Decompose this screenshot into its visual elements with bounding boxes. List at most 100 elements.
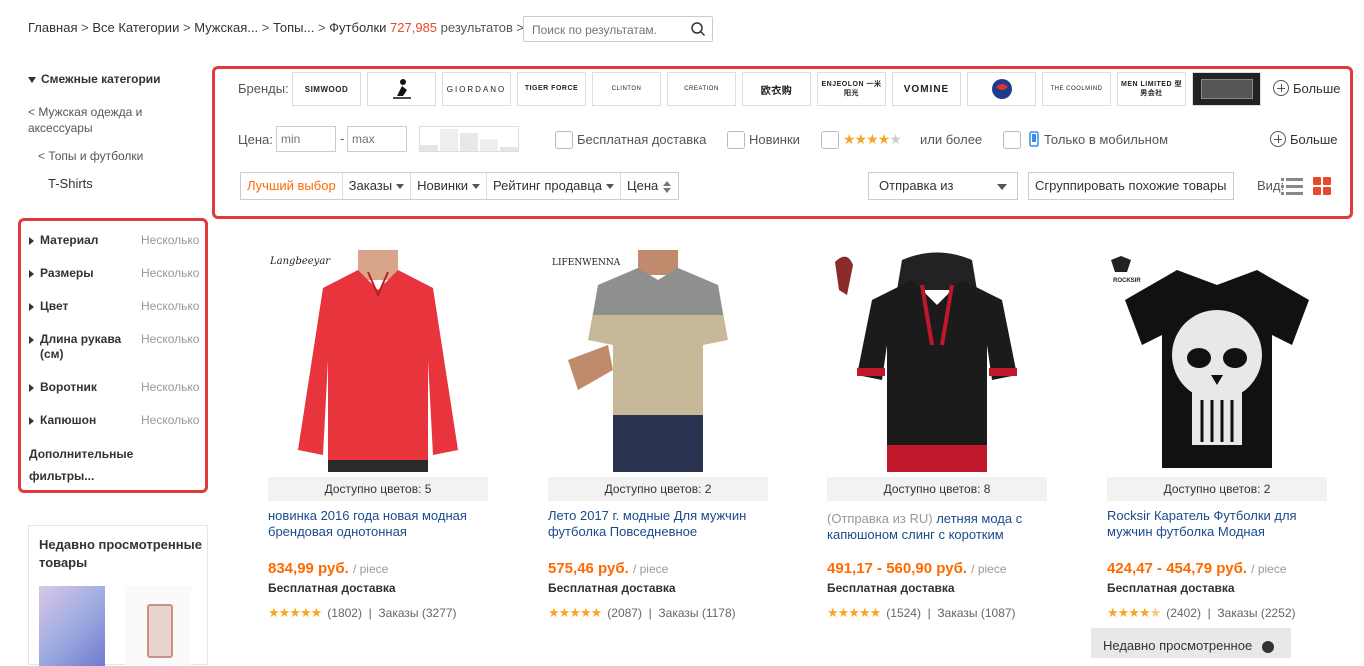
price-histogram[interactable]: [419, 126, 519, 152]
brand-logo[interactable]: [367, 72, 436, 106]
attribute-filters: Материал Несколько Размеры Несколько Цвет Н…: [18, 218, 208, 493]
filter-size[interactable]: Размеры Несколько: [29, 266, 199, 280]
list-view-icon[interactable]: [1281, 176, 1303, 196]
sort-label: Цена: [627, 178, 659, 193]
review-count[interactable]: (1802): [327, 606, 362, 620]
brand-logo[interactable]: 欧衣购: [742, 72, 811, 106]
recent-item-thumbnail[interactable]: [39, 586, 105, 666]
brand-logo[interactable]: CLINTON: [592, 72, 661, 106]
breadcrumb-home[interactable]: Главная: [28, 20, 77, 35]
sort-orders[interactable]: Заказы: [343, 173, 412, 199]
triangle-right-icon: [29, 383, 34, 392]
rating-checkbox[interactable]: [821, 131, 839, 149]
more-filters-link[interactable]: Дополнительные фильтры...: [29, 443, 149, 487]
brand-logo[interactable]: [967, 72, 1036, 106]
product-title[interactable]: Rocksir Каратель Футболки для мужчин фут…: [1107, 508, 1327, 540]
order-count: Заказы (1178): [658, 606, 736, 620]
product-image[interactable]: Langbeeyar: [268, 250, 488, 472]
price-dash: -: [340, 131, 345, 146]
price-label: Цена:: [238, 132, 273, 147]
breadcrumb-tops[interactable]: Топы...: [273, 20, 314, 35]
sort-price[interactable]: Цена: [621, 173, 678, 199]
sort-label: Заказы: [348, 178, 393, 193]
brand-logo[interactable]: GIORDANO: [442, 72, 511, 106]
order-count: Заказы (2252): [1217, 606, 1296, 620]
brand-logo[interactable]: MEN LIMITED 型男会社: [1117, 72, 1186, 106]
hoodie-tshirt-black-image: [835, 252, 1017, 472]
brand-logo[interactable]: CREATION: [667, 72, 736, 106]
new-items-checkbox[interactable]: [727, 131, 745, 149]
brand-logo[interactable]: TIGER FORCE: [517, 72, 586, 106]
sort-label: Новинки: [417, 178, 469, 193]
filter-label: Размеры: [40, 266, 94, 280]
mobile-only-checkbox[interactable]: [1003, 131, 1021, 149]
price-unit: / piece: [1251, 562, 1287, 576]
group-similar-button[interactable]: Сгруппировать похожие товары: [1028, 172, 1234, 200]
free-shipping-label: Бесплатная доставка: [1107, 581, 1235, 595]
recently-viewed-title: Недавно просмотренные товары: [39, 537, 202, 570]
review-count[interactable]: (1524): [886, 606, 921, 620]
filters-more-button[interactable]: Больше: [1270, 131, 1338, 147]
chevron-up-icon: [1261, 640, 1274, 653]
breadcrumb-separator: >: [261, 20, 270, 35]
filter-value: Несколько: [141, 299, 200, 313]
sort-seller-rating[interactable]: Рейтинг продавца: [487, 173, 621, 199]
product-title[interactable]: новинка 2016 года новая модная брендовая…: [268, 508, 488, 540]
filter-hood[interactable]: Капюшон Несколько: [29, 413, 199, 427]
search-icon[interactable]: [690, 21, 706, 37]
filter-color[interactable]: Цвет Несколько: [29, 299, 199, 313]
triangle-right-icon: [29, 335, 34, 344]
review-count[interactable]: (2402): [1166, 606, 1201, 620]
breadcrumb-separator: >: [81, 20, 89, 35]
phone-image: [147, 604, 173, 658]
price-max-input[interactable]: [347, 126, 407, 152]
review-count[interactable]: (2087): [607, 606, 642, 620]
price-value: 491,17 - 560,90 руб.: [827, 560, 967, 577]
histogram-graphic: [420, 129, 518, 151]
brand-logo[interactable]: THE COOLMIND: [1042, 72, 1111, 106]
available-colors: Доступно цветов: 2: [548, 477, 768, 501]
filter-label: Воротник: [40, 380, 97, 394]
recently-viewed-bar-label: Недавно просмотренное: [1103, 638, 1253, 653]
mobile-only-label: Только в мобильном: [1044, 132, 1169, 147]
recently-viewed-bar[interactable]: Недавно просмотренное: [1091, 628, 1291, 658]
filter-material[interactable]: Материал Несколько: [29, 233, 199, 247]
free-shipping-checkbox[interactable]: [555, 131, 573, 149]
tshirt-beige-image: [568, 250, 728, 472]
product-title[interactable]: (Отправка из RU) летняя мода с капюшоном…: [827, 511, 1047, 543]
brand-logo[interactable]: VOMINE: [892, 72, 961, 106]
brands-more-button[interactable]: Больше: [1273, 80, 1341, 96]
price-min-input[interactable]: [276, 126, 336, 152]
brand-logo[interactable]: SIMWOOD: [292, 72, 361, 106]
star-icons: ★★★★★: [1107, 605, 1161, 620]
product-title[interactable]: Лето 2017 г. модные Для мужчин футболка …: [548, 508, 768, 540]
breadcrumb-men[interactable]: Мужская...: [194, 20, 258, 35]
product-price: 575,46 руб. / piece: [548, 560, 668, 577]
result-count: 727,985: [390, 20, 438, 35]
product-price: 424,47 - 454,79 руб. / piece: [1107, 560, 1287, 577]
sort-newest[interactable]: Новинки: [411, 173, 488, 199]
product-image[interactable]: [827, 250, 1047, 472]
grid-view-icon[interactable]: [1312, 176, 1332, 196]
product-image[interactable]: ROCKSIR: [1107, 250, 1327, 472]
product-image[interactable]: LIFENWENNA: [548, 250, 768, 472]
search-input[interactable]: [530, 22, 684, 38]
triangle-right-icon: [29, 416, 34, 425]
filter-sleeve-length[interactable]: Длина рукава (см) Несколько: [29, 332, 199, 362]
plus-circle-icon: [1273, 80, 1289, 96]
category-link-men-clothing[interactable]: < Мужская одежда и аксессуары: [28, 104, 178, 136]
sort-best-match[interactable]: Лучший выбор: [241, 173, 343, 199]
related-categories-toggle[interactable]: Смежные категории: [28, 72, 161, 86]
recent-item-thumbnail[interactable]: [125, 586, 191, 666]
ship-from-select[interactable]: Отправка из: [868, 172, 1018, 200]
filter-collar[interactable]: Воротник Несколько: [29, 380, 199, 394]
category-link-tops[interactable]: < Топы и футболки: [38, 148, 143, 164]
brand-logo[interactable]: ENJEOLON 一米阳光: [817, 72, 886, 106]
breadcrumb-separator: >: [317, 20, 326, 35]
related-categories-title: Смежные категории: [41, 72, 161, 86]
breadcrumb: Главная > Все Категории > Мужская... > Т…: [28, 20, 524, 35]
brand-logo[interactable]: [1192, 72, 1261, 106]
product-price: 491,17 - 560,90 руб. / piece: [827, 560, 1007, 577]
ship-from-tag: (Отправка из RU): [827, 511, 933, 526]
breadcrumb-all-categories[interactable]: Все Категории: [92, 20, 179, 35]
